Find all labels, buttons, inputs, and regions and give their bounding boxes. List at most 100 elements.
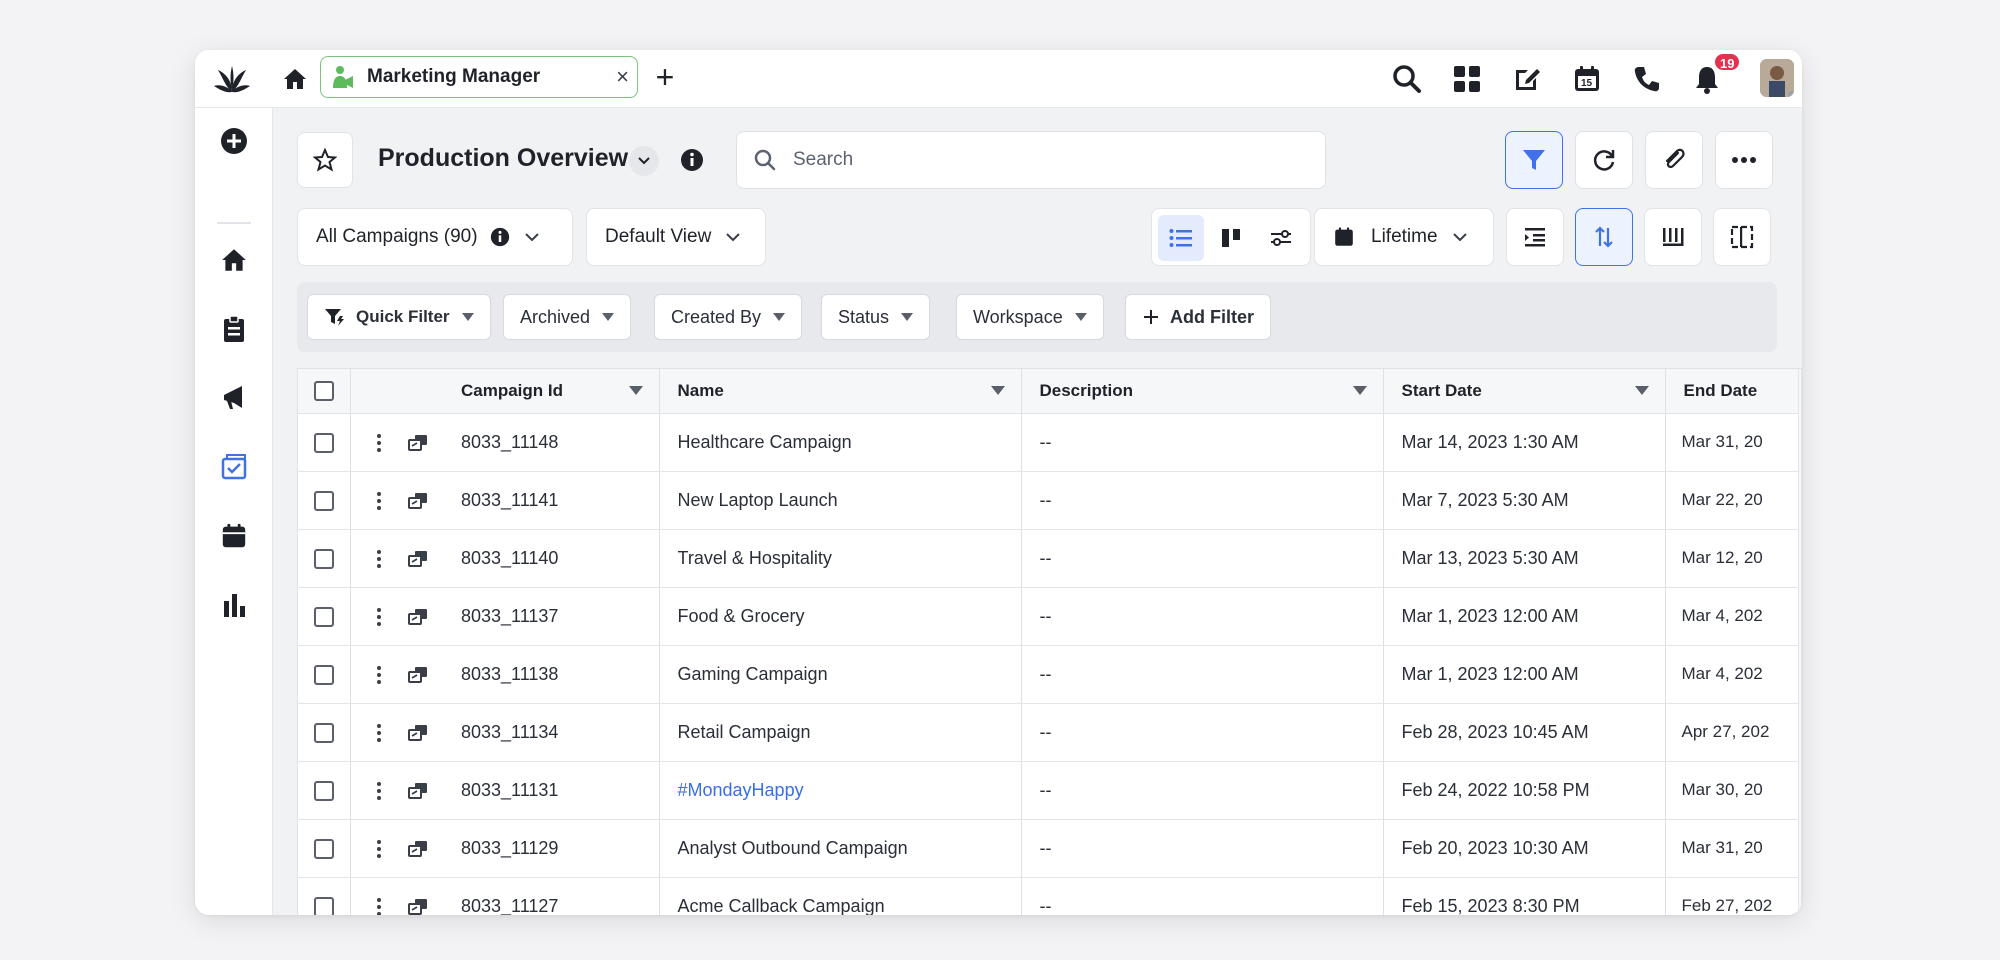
apps-grid-icon[interactable] [1450,62,1484,96]
calendar-icon[interactable] [213,515,255,557]
column-header-name[interactable]: Name [660,381,1021,401]
archived-filter[interactable]: Archived [503,294,632,340]
columns-button[interactable] [1644,208,1702,266]
duplicate-icon[interactable] [408,724,428,742]
row-menu-icon[interactable] [377,781,382,800]
row-checkbox[interactable] [313,896,334,915]
duplicate-icon[interactable] [408,434,428,452]
row-checkbox[interactable] [313,722,334,743]
caret-down-icon[interactable] [990,386,1005,396]
search-field[interactable] [736,131,1326,189]
side-panel-button[interactable] [1713,208,1771,266]
campaign-calendar-icon[interactable] [213,446,255,488]
row-menu-icon[interactable] [377,839,382,858]
clipboard-icon[interactable] [213,308,255,350]
row-menu-icon[interactable] [377,433,382,452]
duplicate-icon[interactable] [408,608,428,626]
avatar[interactable] [1760,59,1794,97]
filter-button[interactable] [1505,131,1563,189]
link-button[interactable] [1645,131,1703,189]
table-row[interactable]: 8033_11140 Travel & Hospitality -- Mar 13, … [298,529,1798,588]
caret-down-icon [461,313,474,321]
table-row[interactable]: 8033_11127 Acme Callback Campaign -- Feb 15… [298,877,1798,915]
megaphone-icon[interactable] [213,377,255,419]
caret-down-icon[interactable] [1352,386,1367,396]
sprinklr-logo-icon[interactable] [213,62,251,96]
info-icon[interactable] [680,148,704,172]
row-menu-icon[interactable] [377,549,382,568]
row-checkbox[interactable] [313,838,334,859]
more-options-button[interactable] [1715,131,1773,189]
workspace-filter[interactable]: Workspace [956,294,1104,340]
row-checkbox[interactable] [313,490,334,511]
table-row[interactable]: 8033_11134 Retail Campaign -- Feb 28, 2023 … [298,703,1798,762]
add-tab-button[interactable]: + [650,61,680,93]
column-header-campaign-id[interactable]: Campaign Id [453,381,658,401]
table-row[interactable]: 8033_11138 Gaming Campaign -- Mar 1, 2023 1… [298,645,1798,704]
search-input[interactable] [793,149,1293,171]
cell-start-date: Mar 1, 2023 12:00 AM [1383,587,1666,646]
row-checkbox[interactable] [313,664,334,685]
duplicate-icon[interactable] [408,550,428,568]
refresh-button[interactable] [1575,131,1633,189]
duplicate-icon[interactable] [408,492,428,510]
view-dropdown[interactable]: Default View [586,208,766,266]
tab-marketing-manager[interactable]: Marketing Manager × [320,56,638,98]
board-view-icon[interactable] [1208,215,1254,261]
sort-button[interactable] [1575,208,1633,266]
home-icon[interactable] [213,239,255,281]
indent-button[interactable] [1506,208,1564,266]
date-range-dropdown[interactable]: Lifetime [1314,208,1494,266]
cell-name: Gaming Campaign [659,645,1022,704]
search-icon[interactable] [1390,62,1424,96]
duplicate-icon[interactable] [408,898,428,915]
table-row[interactable]: 8033_11137 Food & Grocery -- Mar 1, 2023 12… [298,587,1798,646]
quick-filter-button[interactable]: Quick Filter [307,294,491,340]
created-by-filter[interactable]: Created By [654,294,803,340]
select-all-checkbox[interactable] [313,381,334,401]
search-icon [754,149,776,171]
row-menu-icon[interactable] [377,723,382,742]
table-row[interactable]: 8033_11148 Healthcare Campaign -- Mar 14, 2… [298,413,1798,472]
column-header-start-date[interactable]: Start Date [1384,381,1665,401]
duplicate-icon[interactable] [408,666,428,684]
caret-down-icon[interactable] [1634,386,1649,396]
row-checkbox[interactable] [313,780,334,801]
status-filter[interactable]: Status [821,294,931,340]
row-checkbox[interactable] [313,548,334,569]
list-view-icon[interactable] [1158,215,1204,261]
add-filter-button[interactable]: Add Filter [1125,294,1271,340]
vertical-scrollbar[interactable] [1798,369,1801,915]
duplicate-icon[interactable] [408,782,428,800]
add-icon[interactable] [213,120,255,162]
row-menu-icon[interactable] [377,491,382,510]
settings-sliders-icon[interactable] [1258,215,1304,261]
column-header-description[interactable]: Description [1022,381,1383,401]
chevron-down-icon[interactable] [629,146,659,176]
caret-down-icon [1074,313,1087,321]
duplicate-icon[interactable] [408,840,428,858]
cell-campaign-id: 8033_11129 [453,819,660,878]
campaigns-dropdown[interactable]: All Campaigns (90) [297,208,573,266]
archived-filter-label: Archived [520,306,591,327]
table-row[interactable]: 8033_11129 Analyst Outbound Campaign -- Feb… [298,819,1798,878]
compose-icon[interactable] [1510,62,1544,96]
close-icon[interactable]: × [616,65,629,89]
favorite-star-button[interactable] [297,132,353,188]
cell-name[interactable]: #MondayHappy [659,761,1022,820]
cell-end-date: Mar 30, 20 [1665,761,1798,820]
table-row[interactable]: 8033_11141 New Laptop Launch -- Mar 7, 2023… [298,471,1798,530]
calendar-day: 15 [1581,78,1593,89]
calendar-icon[interactable]: 15 [1570,62,1604,96]
phone-icon[interactable] [1630,62,1664,96]
table-row[interactable]: 8033_11131 #MondayHappy -- Feb 24, 2022 10:… [298,761,1798,820]
reports-icon[interactable] [213,584,255,626]
column-header-end-date[interactable]: End Date [1666,381,1799,401]
row-menu-icon[interactable] [377,665,382,684]
row-checkbox[interactable] [313,606,334,627]
caret-down-icon[interactable] [628,386,643,396]
row-checkbox[interactable] [313,432,334,453]
home-icon[interactable] [280,64,310,94]
row-menu-icon[interactable] [377,607,382,626]
row-menu-icon[interactable] [377,897,382,915]
